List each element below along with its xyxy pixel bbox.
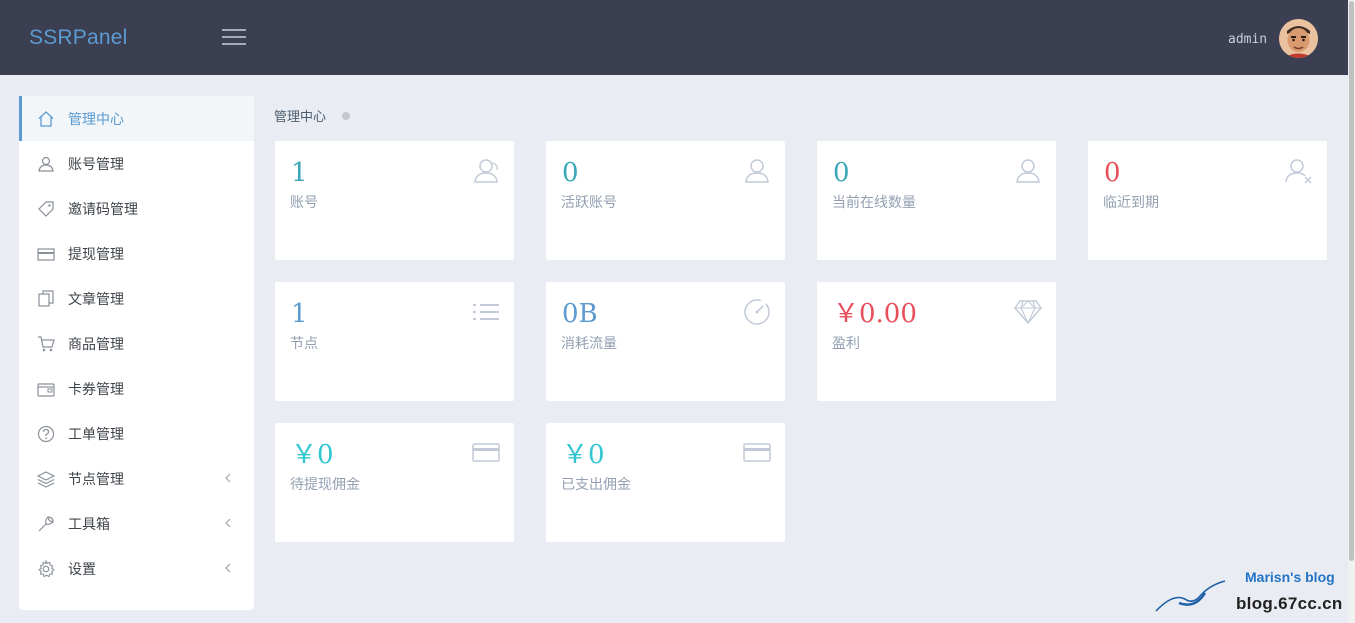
users-icon	[471, 157, 501, 185]
wrench-icon	[36, 514, 56, 534]
watermark-title: Marisn's blog	[1245, 569, 1335, 585]
settings-icon	[36, 559, 56, 579]
menu-toggle-button[interactable]	[222, 29, 246, 47]
stat-value: 0	[1104, 158, 1121, 188]
sidebar-item-toolbox[interactable]: 工具箱	[19, 501, 254, 546]
diamond-icon	[1013, 298, 1043, 326]
stat-card-nodes[interactable]: 1 节点	[275, 282, 514, 401]
sidebar-item-label: 账号管理	[68, 155, 124, 172]
stat-label: 账号	[290, 194, 318, 210]
stat-card-active-accounts[interactable]: 0 活跃账号	[546, 141, 785, 260]
stat-label: 活跃账号	[561, 194, 617, 210]
watermark: Marisn's blog blog.67cc.cn	[1155, 567, 1348, 623]
stat-card-expiring[interactable]: 0 临近到期	[1088, 141, 1327, 260]
stat-value: 0	[833, 158, 850, 188]
stat-value: 0B	[562, 299, 598, 329]
users-icon	[36, 154, 56, 174]
sidebar-item-nodes[interactable]: 节点管理	[19, 456, 254, 501]
credit-card-icon	[36, 244, 56, 264]
credit-card-icon	[471, 439, 501, 467]
stat-card-pending-commission[interactable]: ￥0 待提现佣金	[275, 423, 514, 542]
stat-label: 待提现佣金	[290, 476, 360, 492]
stat-value: 0	[562, 158, 579, 188]
avatar[interactable]	[1279, 19, 1318, 58]
stat-card-accounts[interactable]: 1 账号	[275, 141, 514, 260]
scrollbar-thumb[interactable]	[1349, 1, 1354, 561]
sidebar-item-label: 提现管理	[68, 245, 124, 262]
sidebar-item-label: 邀请码管理	[68, 200, 138, 217]
sidebar-item-label: 工单管理	[68, 425, 124, 442]
username-label[interactable]: admin	[1228, 32, 1267, 47]
sidebar-item-label: 文章管理	[68, 290, 124, 307]
tag-icon	[36, 199, 56, 219]
wallet-icon	[36, 379, 56, 399]
stat-card-traffic[interactable]: 0B 消耗流量	[546, 282, 785, 401]
sidebar: 管理中心 账号管理 邀请码管理 提现管理 文章管理 商品管理 卡券管理 工单管理…	[19, 96, 254, 610]
sidebar-item-invite-codes[interactable]: 邀请码管理	[19, 186, 254, 231]
stat-label: 临近到期	[1103, 194, 1159, 210]
hamburger-line	[222, 29, 246, 31]
sidebar-item-products[interactable]: 商品管理	[19, 321, 254, 366]
sidebar-item-tickets[interactable]: 工单管理	[19, 411, 254, 456]
docs-icon	[36, 289, 56, 309]
sidebar-item-label: 卡券管理	[68, 380, 124, 397]
stat-value: 1	[291, 158, 308, 188]
user-unfollow-icon	[1284, 157, 1314, 185]
hamburger-line	[222, 36, 246, 38]
sidebar-item-label: 管理中心	[68, 110, 124, 127]
sidebar-item-articles[interactable]: 文章管理	[19, 276, 254, 321]
watermark-url: blog.67cc.cn	[1236, 594, 1343, 613]
stat-value: ￥0.00	[833, 299, 917, 329]
home-icon	[36, 109, 56, 129]
speedometer-icon	[742, 298, 772, 326]
sidebar-item-withdrawals[interactable]: 提现管理	[19, 231, 254, 276]
sidebar-item-label: 商品管理	[68, 335, 124, 352]
chevron-left-icon	[223, 560, 233, 579]
list-icon	[471, 298, 501, 326]
avatar-image	[1279, 19, 1318, 58]
stat-card-online-count[interactable]: 0 当前在线数量	[817, 141, 1056, 260]
breadcrumb-dot	[342, 111, 351, 120]
stat-label: 消耗流量	[561, 335, 617, 351]
sidebar-item-label: 设置	[68, 560, 96, 577]
watermark-logo	[1155, 580, 1226, 612]
layers-icon	[36, 469, 56, 489]
sidebar-item-coupons[interactable]: 卡券管理	[19, 366, 254, 411]
user-icon	[1013, 157, 1043, 185]
stat-card-paid-commission[interactable]: ￥0 已支出佣金	[546, 423, 785, 542]
question-icon	[36, 424, 56, 444]
sidebar-item-settings[interactable]: 设置	[19, 546, 254, 591]
stat-value: ￥0	[291, 440, 334, 470]
sidebar-item-accounts[interactable]: 账号管理	[19, 141, 254, 186]
credit-card-icon	[742, 439, 772, 467]
hamburger-line	[222, 43, 246, 45]
chevron-left-icon	[223, 515, 233, 534]
user-icon	[742, 157, 772, 185]
brand-logo[interactable]: SSRPanel	[29, 26, 128, 50]
stat-label: 节点	[290, 335, 318, 351]
stat-label: 已支出佣金	[561, 476, 631, 492]
breadcrumb: 管理中心	[274, 106, 351, 125]
sidebar-item-label: 工具箱	[68, 515, 110, 532]
sidebar-item-dashboard[interactable]: 管理中心	[19, 96, 254, 141]
stat-value: 1	[291, 299, 308, 329]
sidebar-item-label: 节点管理	[68, 470, 124, 487]
stat-label: 当前在线数量	[832, 194, 916, 210]
stat-value: ￥0	[562, 440, 605, 470]
top-header: SSRPanel admin	[0, 0, 1348, 75]
breadcrumb-current[interactable]: 管理中心	[274, 106, 326, 125]
stat-card-profit[interactable]: ￥0.00 盈利	[817, 282, 1056, 401]
cart-icon	[36, 334, 56, 354]
chevron-left-icon	[223, 470, 233, 489]
stat-label: 盈利	[832, 335, 860, 351]
vertical-scrollbar[interactable]	[1348, 0, 1355, 623]
